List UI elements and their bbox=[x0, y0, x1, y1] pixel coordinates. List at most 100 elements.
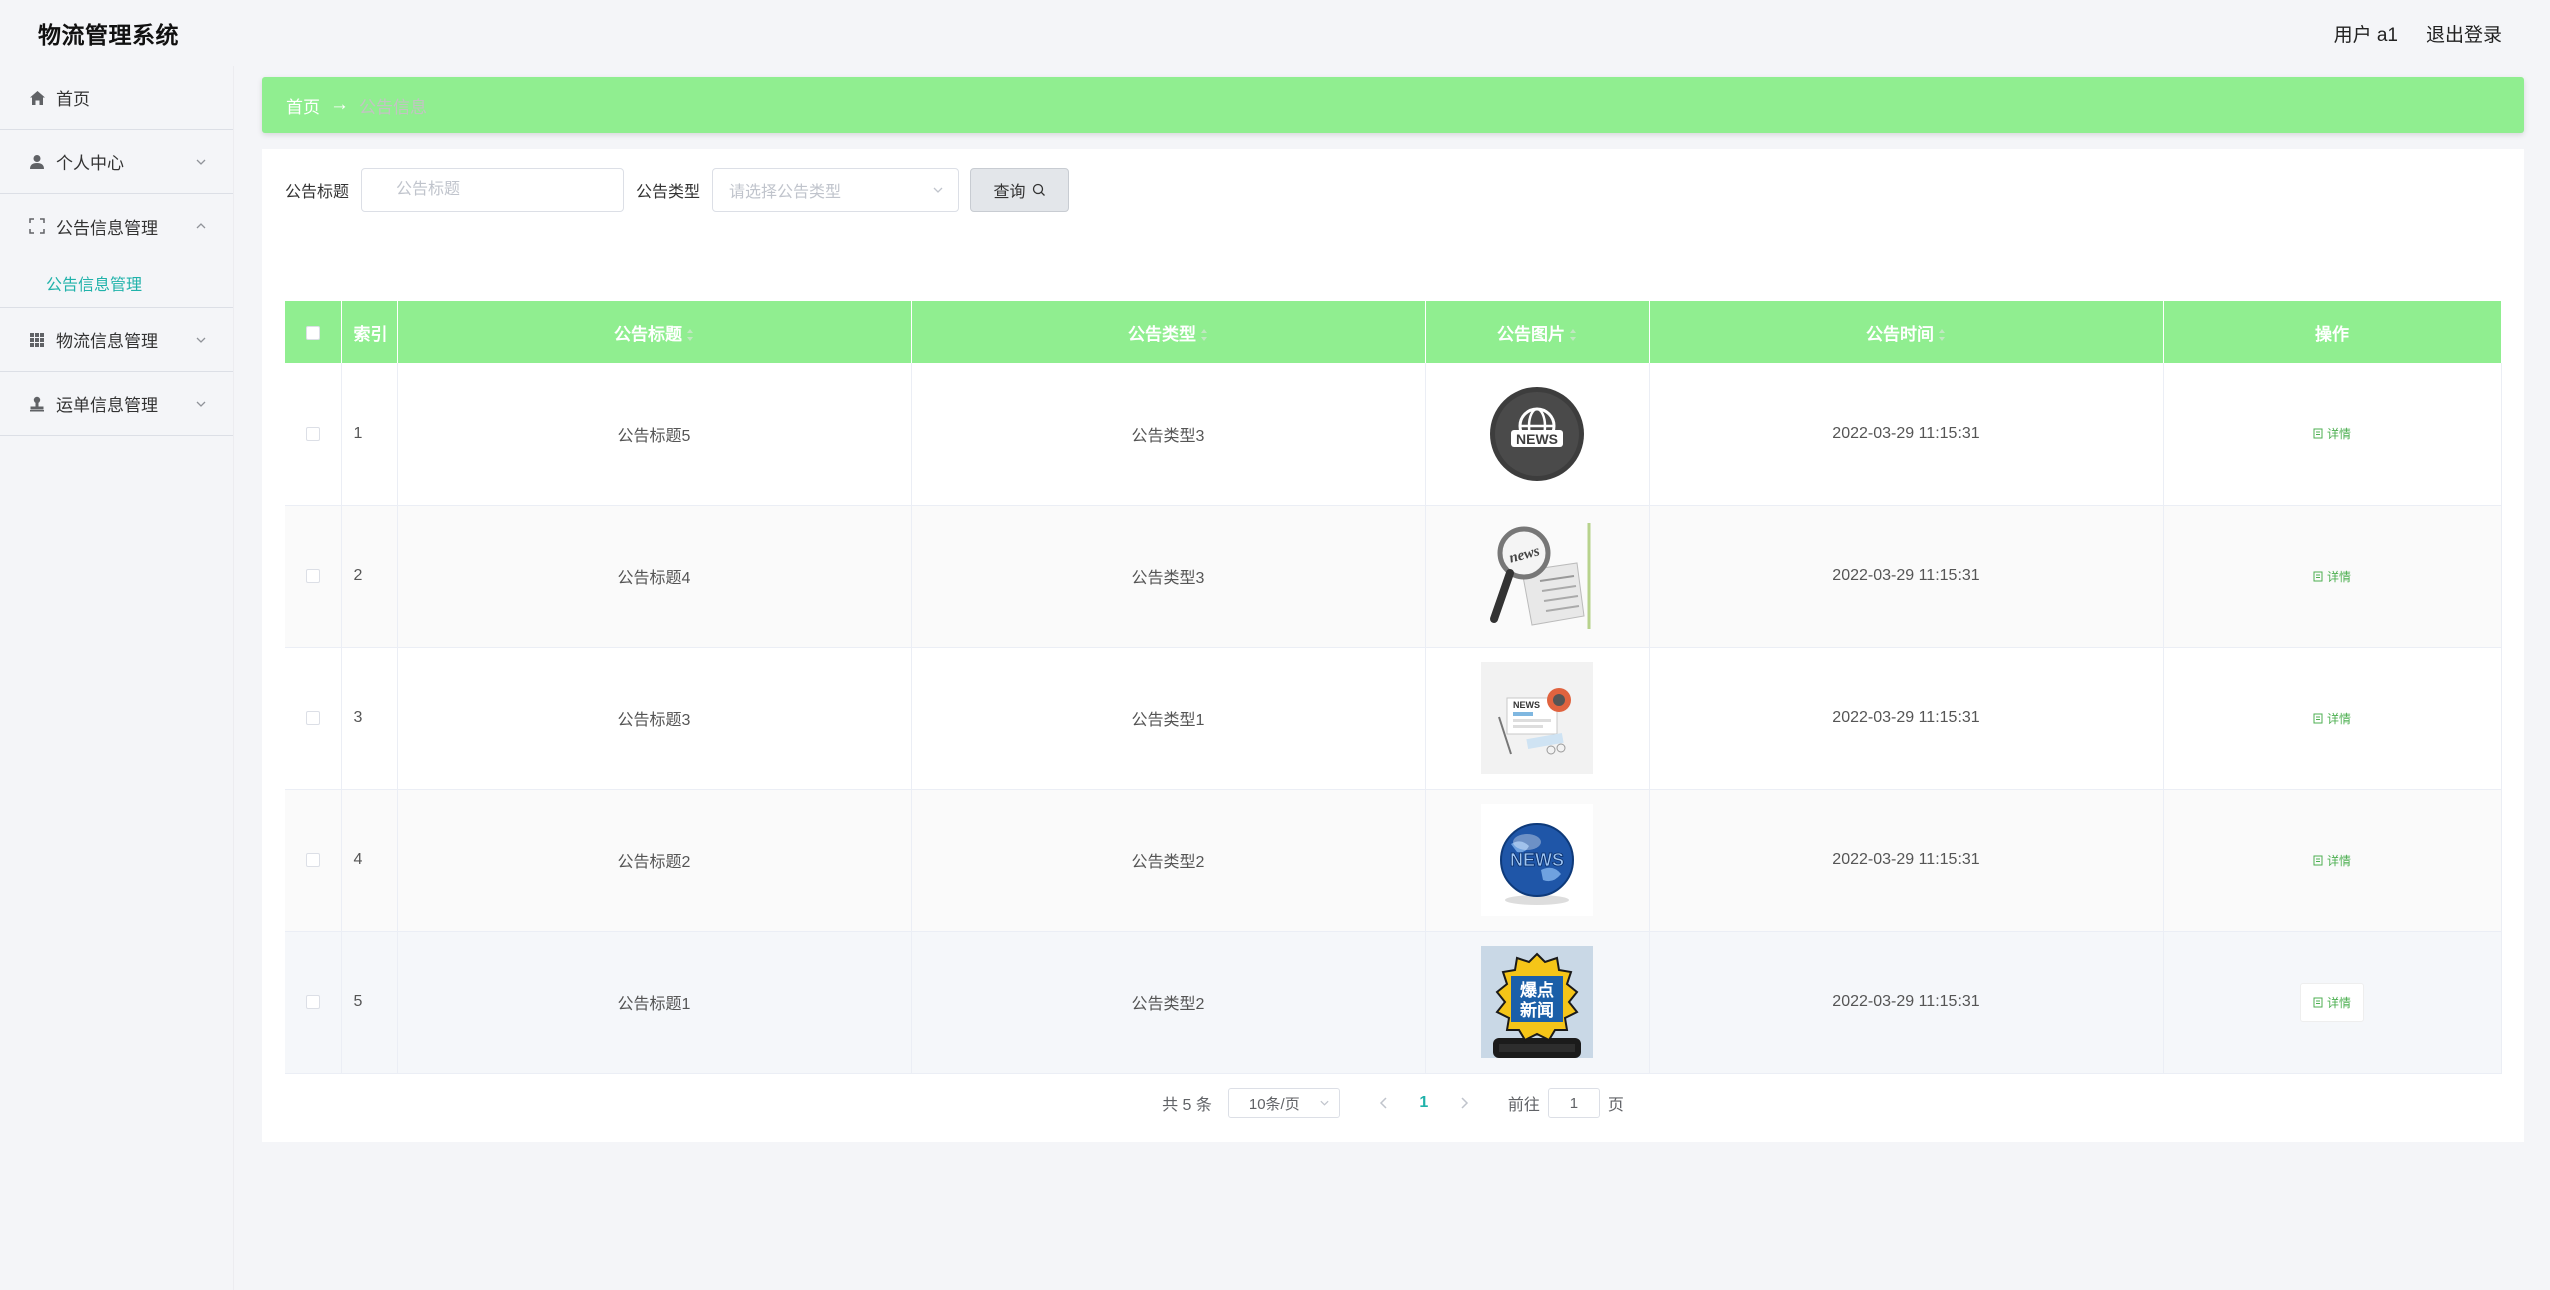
title-search-input[interactable] bbox=[361, 168, 625, 212]
column-header-title[interactable]: 公告标题 bbox=[397, 301, 912, 363]
row-image-cell: news bbox=[1425, 505, 1650, 648]
row-checkbox[interactable] bbox=[305, 852, 320, 867]
svg-text:NEWS: NEWS bbox=[1516, 431, 1558, 447]
news-globe-image[interactable]: NEWS bbox=[1481, 378, 1593, 490]
detail-button-label: 详情 bbox=[2326, 853, 2351, 868]
query-button[interactable]: 查询 bbox=[970, 168, 1070, 212]
detail-button-label: 详情 bbox=[2326, 427, 2351, 442]
column-header-image[interactable]: 公告图片 bbox=[1425, 301, 1650, 363]
app-title: 物流管理系统 bbox=[38, 22, 179, 48]
sidebar-item-notice-management[interactable]: 公告信息管理 bbox=[0, 194, 233, 258]
chevron-right-icon bbox=[1461, 1097, 1468, 1109]
row-checkbox[interactable] bbox=[305, 710, 320, 725]
row-actions: 详情 bbox=[2163, 363, 2502, 506]
row-type: 公告类型1 bbox=[911, 647, 1426, 790]
title-filter-label: 公告标题 bbox=[285, 184, 350, 201]
stamp-icon bbox=[28, 395, 46, 413]
logout-button[interactable]: 退出登录 bbox=[2426, 20, 2502, 47]
row-checkbox[interactable] bbox=[305, 568, 320, 583]
table-header-row: 索引 公告标题 公告类型 公告图片 公告时间 操作 bbox=[285, 301, 2502, 363]
news-desk-image[interactable]: NEWS bbox=[1481, 662, 1593, 774]
row-select-cell bbox=[285, 363, 342, 506]
header-actions: 用户 a1 退出登录 bbox=[2334, 20, 2502, 47]
svg-text:NEWS: NEWS bbox=[1510, 850, 1564, 870]
pagination: 共 5 条 10条/页 1 前往 页 bbox=[262, 1087, 2524, 1119]
breadcrumb-separator: → bbox=[330, 94, 349, 115]
sidebar-item-personal-center[interactable]: 个人中心 bbox=[0, 130, 233, 194]
home-icon bbox=[28, 89, 46, 107]
news-magnifier-image[interactable]: news bbox=[1481, 520, 1593, 632]
user-label: 用户 a1 bbox=[2333, 24, 2398, 46]
column-header-actions: 操作 bbox=[2163, 301, 2502, 363]
sort-icon bbox=[1939, 329, 1945, 342]
document-icon bbox=[2313, 713, 2323, 723]
row-select-cell bbox=[285, 931, 342, 1074]
notice-table: 索引 公告标题 公告类型 公告图片 公告时间 操作 1 公告标题5 公告类型3 bbox=[285, 301, 2502, 1074]
detail-button[interactable]: 详情 bbox=[2301, 700, 2363, 737]
row-title: 公告标题3 bbox=[397, 647, 912, 790]
news-globe-blue-image[interactable]: NEWS bbox=[1481, 804, 1593, 916]
svg-text:爆点: 爆点 bbox=[1520, 980, 1554, 1001]
sidebar: 首页 个人中心 公告信息管理 公告信息管理 物流信息管理 运单信息管理 bbox=[0, 66, 234, 1290]
chevron-down-icon bbox=[933, 187, 943, 193]
breadcrumb: 首页 → 公告信息 bbox=[262, 77, 2524, 133]
row-image-cell: NEWS bbox=[1425, 647, 1650, 790]
next-page-button[interactable] bbox=[1448, 1088, 1480, 1118]
row-type: 公告类型2 bbox=[911, 931, 1426, 1074]
type-select-placeholder: 请选择公告类型 bbox=[729, 184, 842, 201]
detail-button-label: 详情 bbox=[2326, 995, 2351, 1010]
row-actions: 详情 bbox=[2163, 931, 2502, 1074]
select-all-checkbox[interactable] bbox=[305, 325, 320, 340]
row-checkbox[interactable] bbox=[305, 426, 320, 441]
svg-text:新闻: 新闻 bbox=[1520, 1000, 1554, 1021]
row-actions: 详情 bbox=[2163, 505, 2502, 648]
sidebar-item-home[interactable]: 首页 bbox=[0, 66, 233, 130]
column-type-label: 公告类型 bbox=[1128, 324, 1196, 344]
sort-icon bbox=[1570, 329, 1576, 342]
type-select[interactable]: 请选择公告类型 bbox=[712, 168, 960, 212]
sidebar-subitem-notice-management[interactable]: 公告信息管理 bbox=[46, 271, 142, 295]
row-image-cell: NEWS bbox=[1425, 363, 1650, 506]
breaking-news-image[interactable]: 爆点 新闻 bbox=[1481, 946, 1593, 1058]
query-button-label: 查询 bbox=[993, 184, 1026, 201]
sidebar-item-label: 首页 bbox=[56, 90, 90, 109]
sort-icon bbox=[1201, 329, 1207, 342]
prev-page-button[interactable] bbox=[1368, 1088, 1400, 1118]
submenu-notice: 公告信息管理 bbox=[0, 258, 233, 308]
page-size-select[interactable]: 10条/页 bbox=[1227, 1088, 1340, 1118]
chevron-down-icon bbox=[1320, 1100, 1329, 1106]
detail-button[interactable]: 详情 bbox=[2301, 558, 2363, 595]
grid-icon bbox=[28, 331, 46, 349]
row-title: 公告标题1 bbox=[397, 931, 912, 1074]
detail-button[interactable]: 详情 bbox=[2301, 842, 2363, 879]
goto-suffix: 页 bbox=[1607, 1097, 1624, 1114]
column-header-index: 索引 bbox=[341, 301, 398, 363]
sidebar-item-label: 公告信息管理 bbox=[56, 218, 158, 238]
table-row: 1 公告标题5 公告类型3 NEWS 2022-03-29 11:15:31 详… bbox=[285, 363, 2502, 506]
detail-button[interactable]: 详情 bbox=[2299, 982, 2364, 1022]
goto-page-input[interactable] bbox=[1547, 1088, 1600, 1118]
table-row: 3 公告标题3 公告类型1 NEWS 2022-03-29 11:15:31 详… bbox=[285, 647, 2502, 790]
chevron-down-icon bbox=[196, 159, 206, 165]
row-type: 公告类型2 bbox=[911, 789, 1426, 932]
detail-button-label: 详情 bbox=[2326, 711, 2351, 726]
sidebar-item-waybill-management[interactable]: 运单信息管理 bbox=[0, 372, 233, 436]
top-header: 物流管理系统 用户 a1 退出登录 bbox=[0, 0, 2550, 66]
row-checkbox[interactable] bbox=[305, 994, 320, 1009]
row-image-cell: 爆点 新闻 bbox=[1425, 931, 1650, 1074]
chevron-left-icon bbox=[1379, 1097, 1387, 1109]
row-title: 公告标题2 bbox=[397, 789, 912, 932]
row-title: 公告标题5 bbox=[397, 363, 912, 506]
document-icon bbox=[2313, 855, 2323, 865]
column-header-type[interactable]: 公告类型 bbox=[911, 301, 1426, 363]
chevron-down-icon bbox=[196, 401, 206, 407]
sidebar-item-logistics-management[interactable]: 物流信息管理 bbox=[0, 308, 233, 372]
breadcrumb-current: 公告信息 bbox=[359, 97, 427, 117]
document-icon bbox=[2313, 571, 2323, 581]
table-row: 2 公告标题4 公告类型3 news 2022-03-29 11:15:31 详… bbox=[285, 505, 2502, 648]
page-number-current[interactable]: 1 bbox=[1408, 1088, 1440, 1118]
detail-button[interactable]: 详情 bbox=[2301, 415, 2363, 452]
breadcrumb-home[interactable]: 首页 bbox=[286, 93, 320, 118]
column-header-time[interactable]: 公告时间 bbox=[1649, 301, 2164, 363]
column-time-label: 公告时间 bbox=[1866, 324, 1934, 344]
